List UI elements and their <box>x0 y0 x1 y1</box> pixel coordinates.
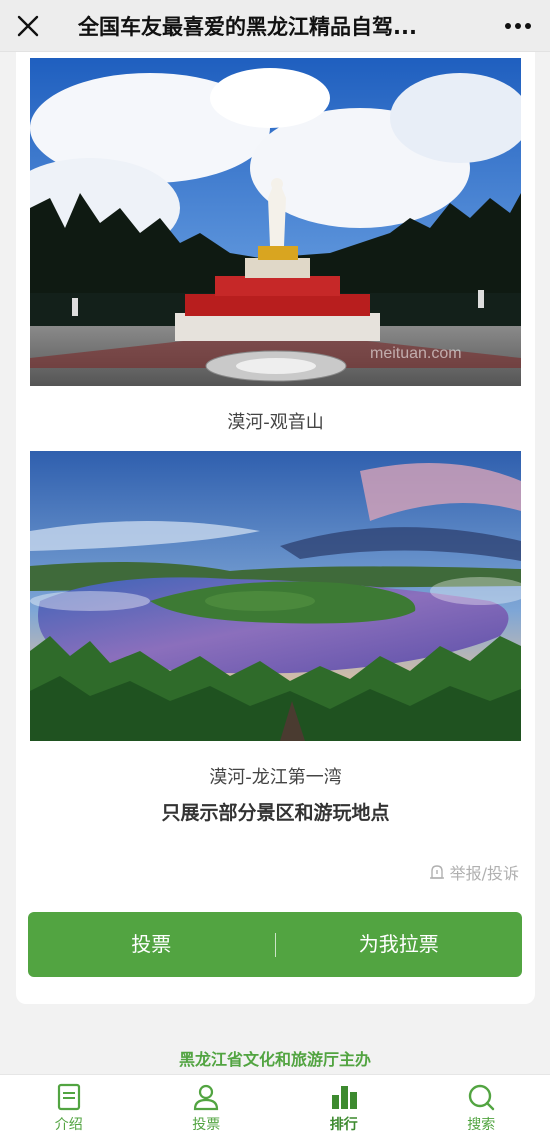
bottom-tab-bar: 介绍 投票 排行 搜索 <box>0 1074 550 1144</box>
tab-search[interactable]: 搜索 <box>413 1075 550 1144</box>
close-icon <box>17 15 39 36</box>
more-button[interactable] <box>486 0 550 52</box>
partial-display-note: 只展示部分景区和游玩地点 <box>161 802 390 824</box>
tab-vote-label: 投票 <box>192 1117 221 1133</box>
sponsor-text: 黑龙江省文化和旅游厅主办 <box>178 1050 371 1069</box>
vote-button[interactable]: 投票 <box>28 912 275 977</box>
tab-search-label: 搜索 <box>467 1117 496 1133</box>
tab-ranking[interactable]: 排行 <box>275 1075 413 1144</box>
tab-ranking-label: 排行 <box>329 1117 358 1133</box>
tab-vote[interactable]: 投票 <box>138 1075 276 1144</box>
search-icon <box>469 1084 495 1111</box>
photo-caption-guanyin: 漠河-观音山 <box>227 412 324 433</box>
vote-action-bar: 投票 为我拉票 <box>28 912 522 977</box>
scenic-photo-guanyin[interactable]: meituan.com <box>30 58 521 386</box>
photo-caption-river-bend: 漠河-龙江第一湾 <box>209 767 342 788</box>
tab-intro-label: 介绍 <box>54 1117 83 1133</box>
scenic-photo-river-bend[interactable] <box>30 451 521 741</box>
report-label: 举报/投诉 <box>449 864 519 883</box>
bar-chart-icon <box>331 1086 357 1109</box>
header-bar: 全国车友最喜爱的黑龙江精品自驾... <box>0 0 550 52</box>
content-card: meituan.com 漠河-观音山 漠河-龙江第一湾 只展示部分景区和游玩地点… <box>16 40 535 1004</box>
document-icon <box>57 1083 80 1111</box>
page-title: 全国车友最喜爱的黑龙江精品自驾... <box>78 14 417 39</box>
more-icon <box>505 22 531 29</box>
watermark-text: meituan.com <box>370 345 462 362</box>
close-button[interactable] <box>0 0 56 52</box>
report-icon <box>429 865 444 879</box>
report-link[interactable]: 举报/投诉 <box>428 860 519 884</box>
tab-intro[interactable]: 介绍 <box>0 1075 138 1144</box>
person-icon <box>194 1084 219 1111</box>
canvass-button[interactable]: 为我拉票 <box>276 912 523 977</box>
